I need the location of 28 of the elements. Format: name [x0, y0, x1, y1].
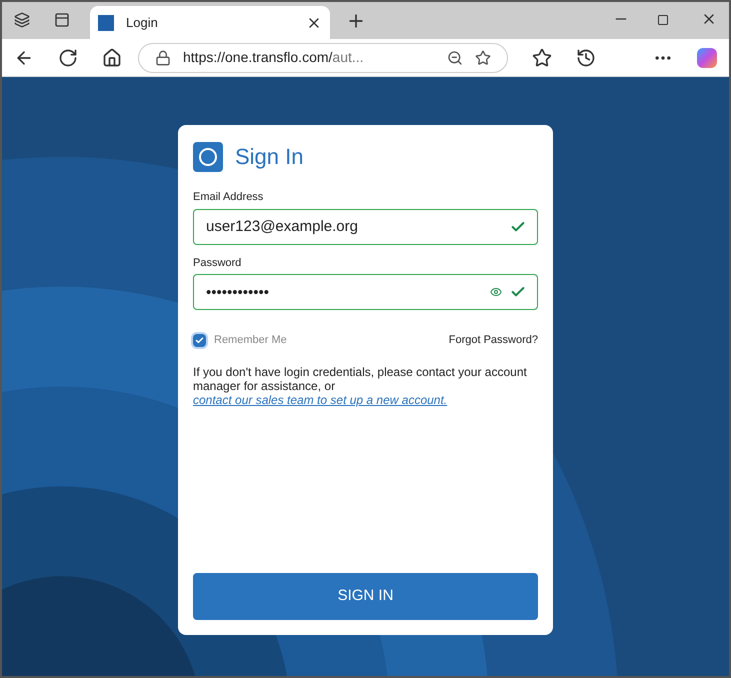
field-label: Email Address: [193, 190, 264, 205]
sales-link[interactable]: contact our sales team to set up a new account.: [193, 392, 448, 406]
card-title: Sign In: [235, 143, 304, 171]
field-label: Password: [193, 256, 242, 270]
refresh-icon[interactable]: [58, 48, 78, 68]
help-text: If you don't have login credentials, please contact your account manager for assistance, or contact our sales team to set up a new account.: [193, 364, 528, 406]
forgot-password-link[interactable]: Forgot Password?: [448, 332, 538, 348]
site-logo-icon: [98, 14, 114, 30]
workspaces-icon[interactable]: [14, 12, 30, 28]
favorites-icon[interactable]: [532, 48, 552, 68]
address-bar[interactable]: https://one.transflo.com/aut...: [138, 42, 508, 72]
browser-tab[interactable]: Login: [90, 6, 330, 39]
checkbox-label: Remember Me: [214, 333, 287, 348]
logo-icon: [193, 142, 223, 172]
home-icon[interactable]: [102, 48, 122, 68]
lock-icon: [155, 50, 171, 66]
tab-actions-icon[interactable]: [54, 12, 70, 28]
checkbox[interactable]: [193, 334, 206, 347]
maximize-icon[interactable]: [657, 14, 669, 26]
check-icon: [195, 336, 204, 345]
zoom-out-icon[interactable]: [447, 50, 463, 66]
eye-icon[interactable]: [490, 286, 502, 298]
password-field[interactable]: ••••••••••••: [193, 274, 538, 310]
email-field[interactable]: user123@example.org: [193, 208, 538, 244]
sign-in-button[interactable]: SIGN IN: [193, 573, 538, 620]
history-icon[interactable]: [576, 48, 596, 68]
star-icon[interactable]: [475, 50, 491, 66]
url-text: https://one.transflo.com/aut...: [183, 48, 365, 67]
